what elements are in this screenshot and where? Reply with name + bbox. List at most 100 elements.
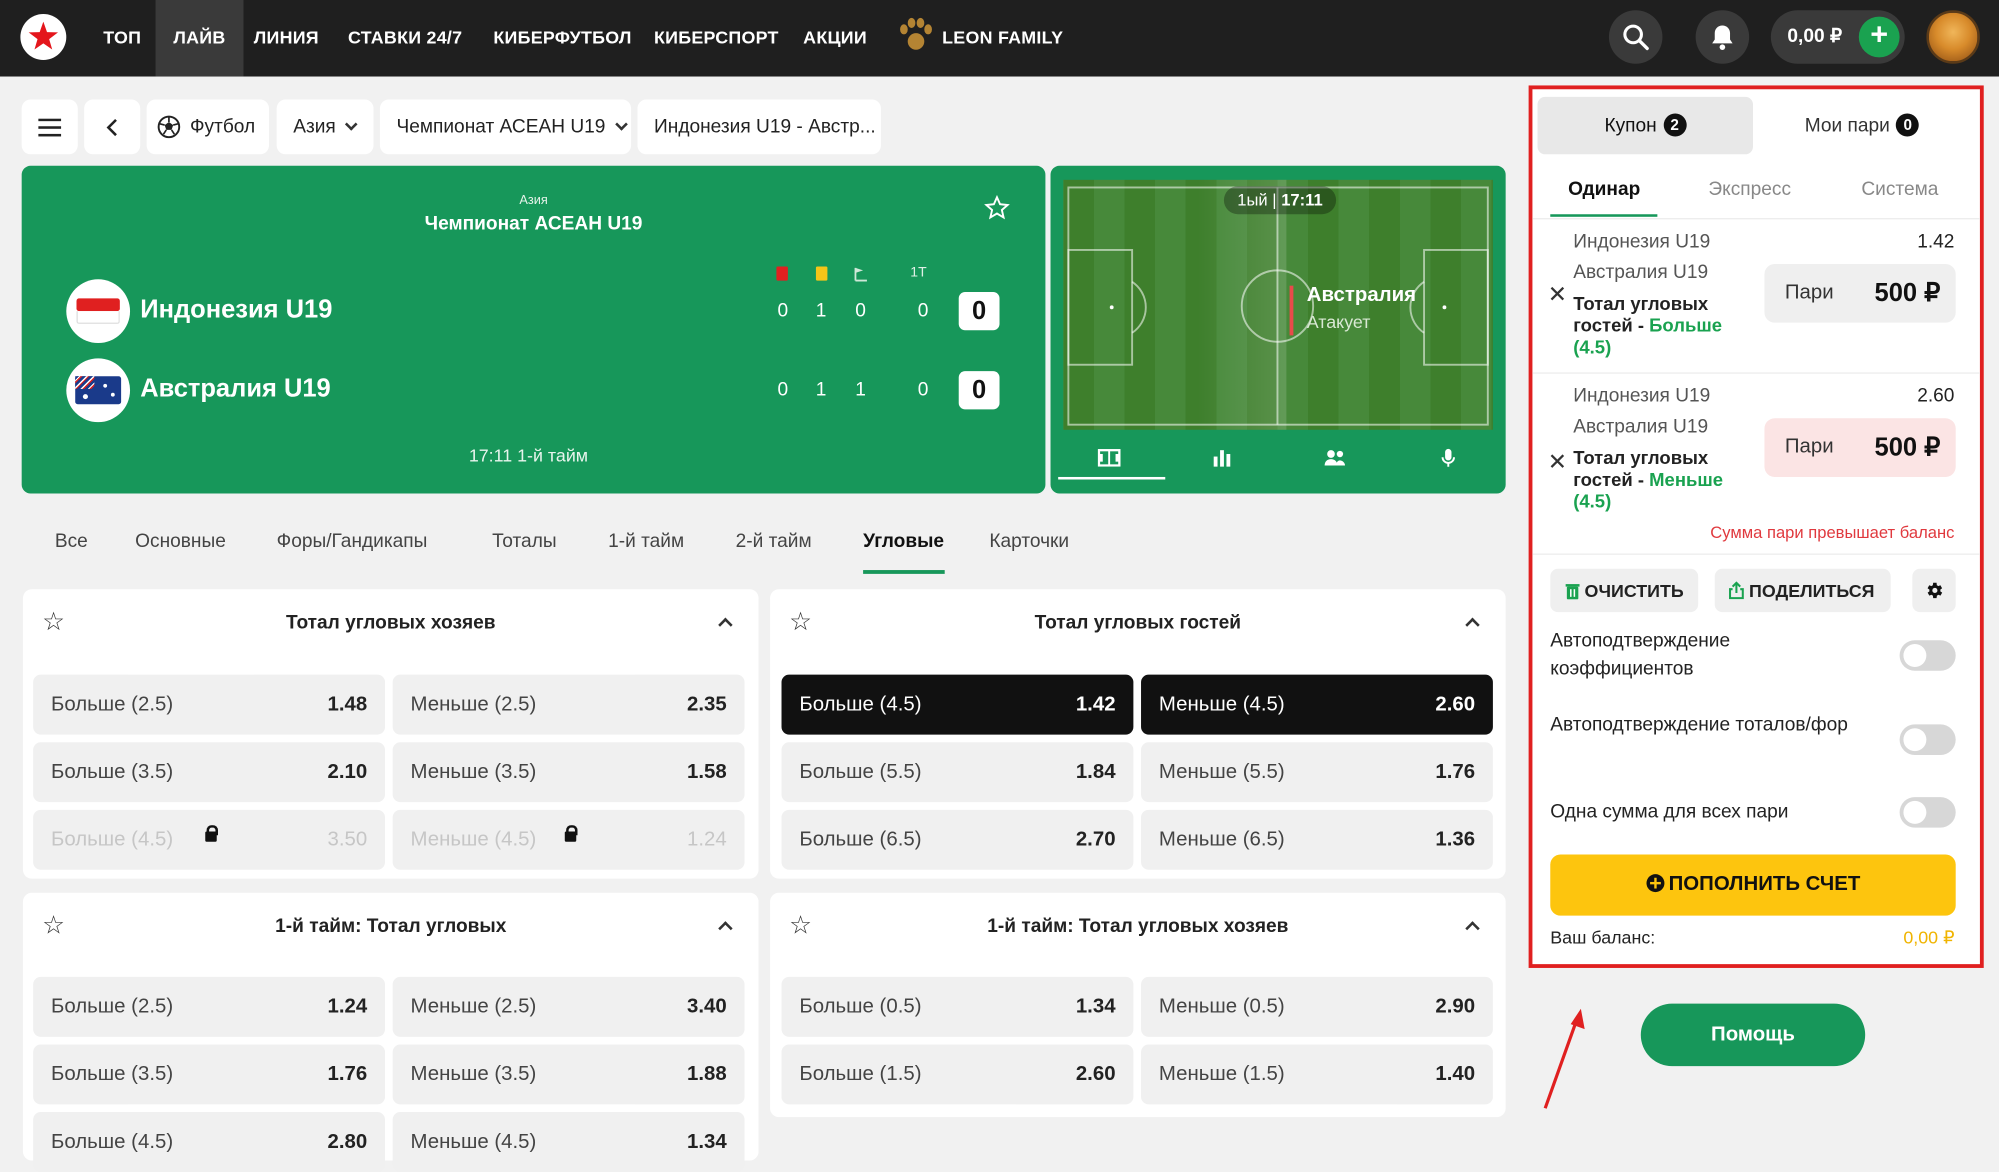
odd-button[interactable]: Больше (0.5) 1.34	[781, 976, 1134, 1037]
stake-input-warning[interactable]: Пари 500 ₽	[1764, 418, 1956, 477]
home-red-cards: 0	[777, 299, 789, 322]
bet-type-express[interactable]: Экспресс	[1708, 179, 1791, 201]
bet-odds: 1.42	[1917, 230, 1955, 253]
home-first-half: 0	[917, 299, 929, 322]
tab-main[interactable]: Основные	[135, 531, 226, 553]
nav-leon-family[interactable]: LEON FAMILY	[942, 0, 1063, 77]
nav-live[interactable]: ЛАЙВ	[155, 0, 244, 77]
option-same-stake: Одна сумма для всех пари	[1550, 800, 1789, 823]
balance-pill[interactable]: 0,00 ₽ +	[1770, 10, 1905, 64]
bet-away-team: Австралия U19	[1573, 261, 1709, 284]
favorite-star-icon[interactable]	[984, 195, 1010, 221]
bet-type-underline	[1550, 214, 1658, 217]
tab-cards[interactable]: Карточки	[989, 531, 1069, 553]
clear-button[interactable]: ОЧИСТИТЬ	[1550, 568, 1699, 613]
odd-button-selected[interactable]: Меньше (4.5) 2.60	[1141, 674, 1493, 735]
odd-button[interactable]: Больше (5.5) 1.84	[781, 742, 1134, 803]
breadcrumb-sport[interactable]: Футбол	[146, 99, 270, 155]
tab-corners[interactable]: Угловые	[863, 531, 944, 553]
bet-type-system[interactable]: Система	[1861, 179, 1938, 201]
tab-all[interactable]: Все	[55, 531, 88, 553]
stats-bar-chart-icon[interactable]	[1211, 449, 1231, 467]
odd-button[interactable]: Меньше (3.5) 1.58	[392, 742, 745, 803]
odd-button[interactable]: Меньше (2.5) 3.40	[392, 976, 745, 1037]
deposit-button[interactable]: ПОПОЛНИТЬ СЧЕТ	[1550, 854, 1956, 916]
odd-button[interactable]: Меньше (6.5) 1.36	[1141, 809, 1493, 870]
odd-button[interactable]: Больше (3.5) 1.76	[33, 1044, 386, 1105]
bet-away-team: Австралия U19	[1573, 415, 1709, 438]
bet-description: Тотал угловых гостей - Больше (4.5)	[1573, 294, 1723, 359]
odd-button[interactable]: Больше (6.5) 2.70	[781, 809, 1134, 870]
user-avatar[interactable]	[1926, 10, 1980, 64]
nav-bets-24-7[interactable]: СТАВКИ 24/7	[348, 0, 462, 77]
help-button[interactable]: Помощь	[1640, 1003, 1866, 1067]
top-navigation-bar: ТОП ЛАЙВ ЛИНИЯ СТАВКИ 24/7 КИБЕРФУТБОЛ К…	[0, 0, 1999, 77]
market-title: Тотал угловых хозяев	[285, 612, 496, 634]
tab-my-bets[interactable]: Мои пари 0	[1754, 97, 1969, 154]
odd-button[interactable]: Меньше (5.5) 1.76	[1141, 742, 1493, 803]
odd-button[interactable]: Меньше (2.5) 2.35	[392, 674, 745, 735]
chevron-left-icon	[106, 118, 117, 137]
nav-cybersport[interactable]: КИБЕРСПОРТ	[654, 0, 779, 77]
odd-button[interactable]: Больше (4.5) 2.80	[33, 1112, 386, 1172]
first-half-header: 1Т	[910, 265, 927, 281]
odd-button[interactable]: Меньше (4.5) 1.34	[392, 1112, 745, 1172]
share-button[interactable]: ПОДЕЛИТЬСЯ	[1714, 568, 1891, 613]
nav-cyberfootball[interactable]: КИБЕРФУТБОЛ	[493, 0, 631, 77]
gear-icon	[1927, 582, 1943, 599]
match-scoreboard: Азия Чемпионат АСЕАН U19 1Т Индонезия U1…	[21, 165, 1046, 494]
breadcrumb-league-label: Чемпионат АСЕАН U19	[396, 116, 606, 138]
search-button[interactable]	[1608, 10, 1663, 64]
chevron-down-icon	[615, 118, 628, 131]
toggle-same-stake[interactable]	[1899, 797, 1956, 828]
tab-second-half[interactable]: 2-й тайм	[736, 531, 812, 553]
nav-line[interactable]: ЛИНИЯ	[254, 0, 319, 77]
tab-corners-underline	[863, 570, 945, 574]
lineups-users-icon[interactable]	[1323, 449, 1346, 467]
breadcrumb-region-label: Азия	[293, 116, 336, 138]
notifications-button[interactable]	[1695, 10, 1750, 64]
menu-button[interactable]	[21, 99, 78, 155]
chevron-down-icon	[345, 118, 359, 131]
match-time: 17:11 1-й тайм	[468, 445, 589, 466]
odd-button[interactable]: Меньше (3.5) 1.88	[392, 1044, 745, 1105]
tab-first-half[interactable]: 1-й тайм	[608, 531, 684, 553]
nav-top[interactable]: ТОП	[103, 0, 141, 77]
odd-button[interactable]: Меньше (1.5) 1.40	[1141, 1044, 1493, 1105]
odd-button[interactable]: Больше (2.5) 1.48	[33, 674, 386, 735]
market-title: 1-й тайм: Тотал угловых хозяев	[987, 915, 1289, 938]
yellow-card-icon	[815, 266, 828, 281]
stake-input[interactable]: Пари 500 ₽	[1764, 263, 1956, 323]
breadcrumb-league[interactable]: Чемпионат АСЕАН U19	[379, 99, 632, 155]
odd-button-selected[interactable]: Больше (4.5) 1.42	[781, 674, 1134, 735]
my-bets-count-badge: 0	[1896, 113, 1920, 137]
deposit-plus-button[interactable]: +	[1858, 16, 1900, 58]
remove-bet-icon[interactable]: ✕	[1548, 449, 1567, 476]
back-button[interactable]	[84, 99, 141, 155]
leon-logo[interactable]	[20, 14, 67, 60]
breadcrumb-match-label: Индонезия U19 - Австр...	[654, 116, 876, 138]
breadcrumb-match[interactable]: Индонезия U19 - Австр...	[637, 99, 881, 155]
market-home-corners-total: ☆ Тотал угловых хозяев Больше (2.5) 1.48 …	[22, 589, 759, 879]
odd-button[interactable]: Больше (3.5) 2.10	[33, 742, 386, 803]
field-view-icon[interactable]	[1097, 449, 1121, 467]
toggle-auto-confirm-odds[interactable]	[1899, 640, 1956, 671]
away-red-cards: 0	[777, 378, 789, 401]
live-field-panel: 1ый | 17:11 Австралия Атакует	[1050, 165, 1506, 494]
tab-handicaps[interactable]: Форы/Гандикапы	[277, 531, 428, 553]
commentary-microphone-icon[interactable]	[1441, 448, 1456, 468]
odd-button-locked: Больше (4.5) 3.50	[33, 809, 386, 870]
odd-button[interactable]: Больше (2.5) 1.24	[33, 976, 386, 1037]
odd-button[interactable]: Больше (1.5) 2.60	[781, 1044, 1134, 1105]
nav-promotions[interactable]: АКЦИИ	[803, 0, 867, 77]
bet-type-single[interactable]: Одинар	[1568, 179, 1640, 201]
odd-button[interactable]: Меньше (0.5) 2.90	[1141, 976, 1493, 1037]
stake-warning: Сумма пари превышает баланс	[1710, 522, 1955, 543]
tab-coupon[interactable]: Купон 2	[1538, 97, 1753, 154]
settings-button[interactable]	[1912, 568, 1956, 613]
tab-totals[interactable]: Тоталы	[492, 531, 557, 553]
search-icon	[1623, 24, 1649, 51]
toggle-auto-confirm-totals[interactable]	[1899, 724, 1956, 755]
breadcrumb-region[interactable]: Азия	[276, 99, 374, 155]
remove-bet-icon[interactable]: ✕	[1548, 282, 1567, 309]
